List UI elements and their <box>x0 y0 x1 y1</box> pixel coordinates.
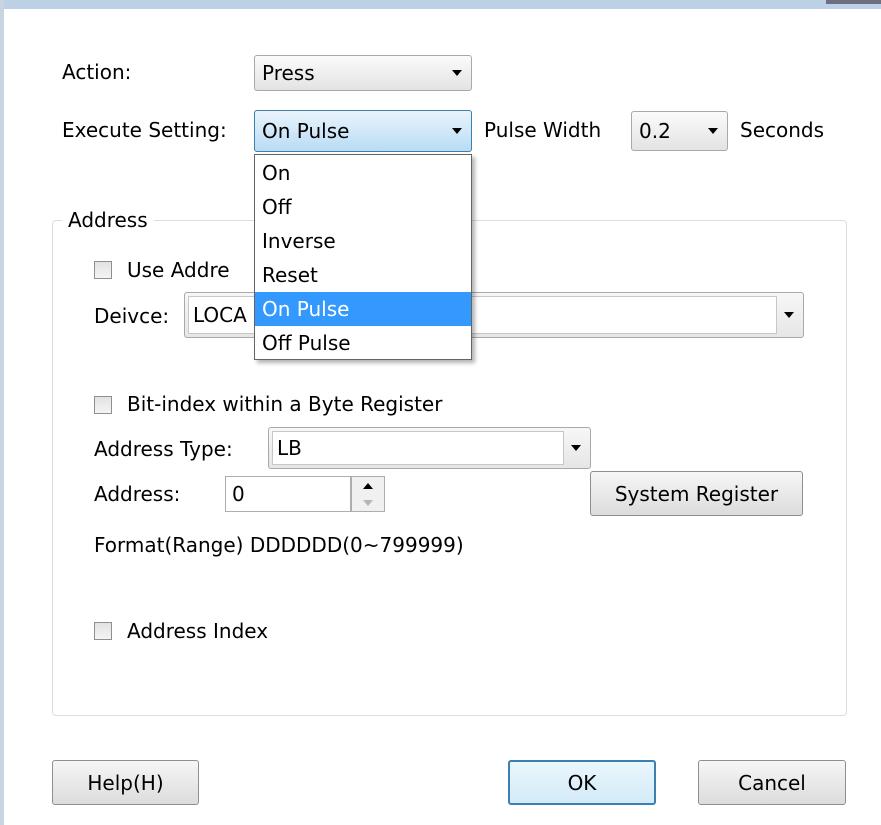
address-input[interactable]: 0 <box>225 476 351 512</box>
spin-up-icon[interactable] <box>352 477 384 494</box>
format-range-text: Format(Range) DDDDDD(0~799999) <box>94 533 464 557</box>
address-label: Address: <box>94 482 181 506</box>
action-label: Action: <box>62 60 132 84</box>
help-button[interactable]: Help(H) <box>52 760 199 805</box>
dropdown-option-inverse[interactable]: Inverse <box>255 224 471 258</box>
window-top-border <box>0 0 881 9</box>
execute-setting-select[interactable]: On Pulse <box>254 110 472 152</box>
ok-button[interactable]: OK <box>508 760 656 805</box>
spin-down-icon[interactable] <box>352 494 384 511</box>
pulse-width-select[interactable]: 0.2 <box>631 111 728 151</box>
execute-setting-label: Execute Setting: <box>62 118 227 142</box>
dropdown-option-on[interactable]: On <box>255 156 471 190</box>
execute-setting-dropdown-list: On Off Inverse Reset On Pulse Off Pulse <box>254 154 472 360</box>
use-address-checkbox[interactable] <box>94 261 112 279</box>
address-type-label: Address Type: <box>94 437 233 461</box>
chevron-down-icon <box>452 70 462 76</box>
address-group-title: Address <box>62 208 154 232</box>
pulse-width-value: 0.2 <box>639 119 671 143</box>
pulse-width-unit: Seconds <box>740 118 825 142</box>
window-left-border <box>0 0 4 825</box>
dropdown-option-reset[interactable]: Reset <box>255 258 471 292</box>
dropdown-option-on-pulse[interactable]: On Pulse <box>255 292 471 326</box>
device-label: Deivce: <box>94 304 170 328</box>
address-index-label: Address Index <box>127 619 269 643</box>
address-spinner[interactable] <box>351 476 385 512</box>
chevron-down-icon <box>452 128 462 134</box>
system-register-button[interactable]: System Register <box>590 471 803 516</box>
address-type-value: LB <box>272 431 564 465</box>
execute-setting-value: On Pulse <box>262 119 350 143</box>
use-address-label: Use Addre <box>127 258 230 282</box>
chevron-down-icon <box>708 128 718 134</box>
action-select-value: Press <box>262 61 315 85</box>
dropdown-option-off-pulse[interactable]: Off Pulse <box>255 326 471 360</box>
bit-index-checkbox[interactable] <box>94 396 112 414</box>
chevron-down-icon <box>571 445 581 451</box>
address-index-checkbox[interactable] <box>94 622 112 640</box>
window-title-accent <box>826 0 881 4</box>
dropdown-option-off[interactable]: Off <box>255 190 471 224</box>
bit-index-label: Bit-index within a Byte Register <box>127 392 443 416</box>
pulse-width-label: Pulse Width <box>484 118 602 142</box>
chevron-down-icon <box>784 312 794 318</box>
address-type-select[interactable]: LB <box>268 427 591 469</box>
action-select[interactable]: Press <box>254 55 472 91</box>
cancel-button[interactable]: Cancel <box>698 760 846 805</box>
